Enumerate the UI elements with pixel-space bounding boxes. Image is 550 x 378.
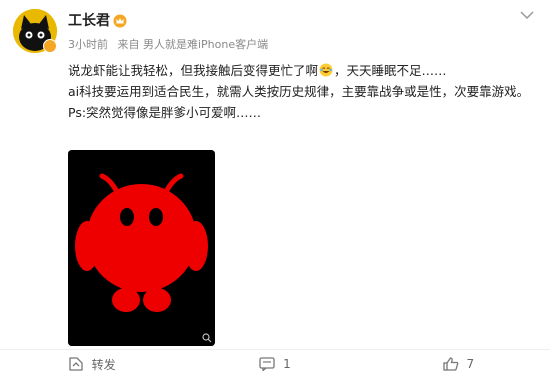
comment-button[interactable]: 1: [183, 350, 366, 378]
like-count: 7: [466, 357, 475, 371]
post-text-segment: 说龙虾能让我轻松，但我接触后变得更忙了啊: [68, 63, 319, 78]
username-row: 工长君: [68, 12, 127, 30]
red-robot-illustration: [68, 150, 215, 346]
post-text: 说龙虾能让我轻松，但我接触后变得更忙了啊 ，天天睡眠不足…… ai科技要运用到适…: [68, 60, 538, 123]
post-source: 来自 男人就是难iPhone客户端: [117, 38, 269, 51]
thumbs-up-icon: [442, 357, 458, 371]
action-bar: 转发 1 7: [0, 350, 550, 378]
post-text-segment: Ps:突然觉得像是胖爹小可爱啊……: [68, 105, 262, 120]
repost-icon: [69, 357, 83, 371]
verified-badge-icon: [43, 39, 57, 53]
post-paragraph: ai科技要运用到适合民生，就需人类按历史规律，主要靠战争或是性，次要靠游戏。: [68, 81, 538, 102]
repost-button[interactable]: 转发: [0, 350, 183, 378]
post-meta: 3小时前 来自 男人就是难iPhone客户端: [68, 38, 274, 52]
member-crown-icon: [113, 14, 127, 28]
laugh-cry-emoji-icon: [319, 63, 333, 77]
comment-count: 1: [283, 357, 291, 371]
like-button[interactable]: 7: [367, 350, 550, 378]
post-time[interactable]: 3小时前: [68, 38, 108, 51]
comment-icon: [259, 357, 275, 371]
post-text-segment: ai科技要运用到适合民生，就需人类按历史规律，主要靠战争或是性，次要靠游戏。: [68, 84, 530, 99]
post-paragraph: Ps:突然觉得像是胖爹小可爱啊……: [68, 102, 538, 123]
zoom-icon: [202, 333, 212, 343]
post-image[interactable]: [68, 150, 215, 346]
username[interactable]: 工长君: [68, 12, 110, 30]
post-text-segment: ，天天睡眠不足……: [334, 63, 447, 78]
repost-label: 转发: [91, 357, 116, 372]
chevron-down-icon: [520, 11, 534, 19]
post-paragraph: 说龙虾能让我轻松，但我接触后变得更忙了啊 ，天天睡眠不足……: [68, 60, 538, 81]
more-options-button[interactable]: [518, 8, 536, 22]
